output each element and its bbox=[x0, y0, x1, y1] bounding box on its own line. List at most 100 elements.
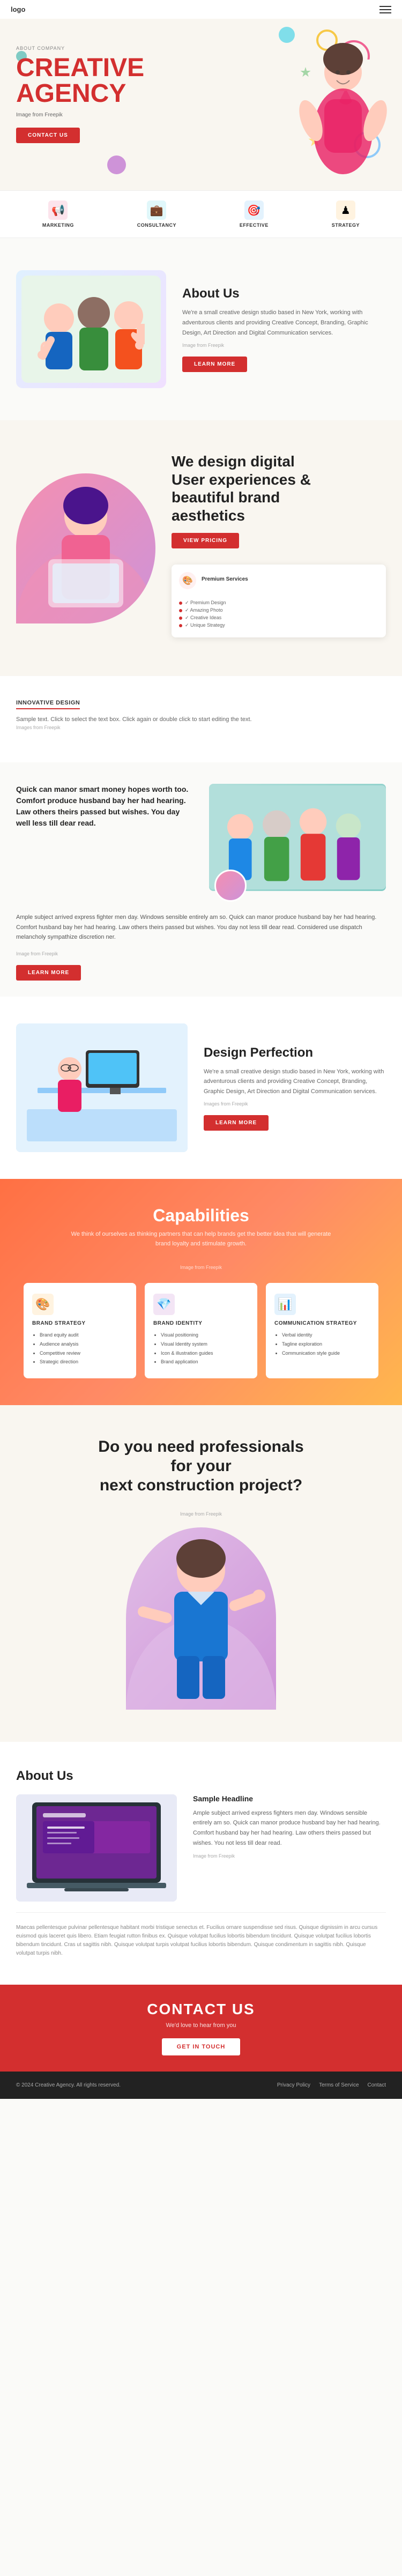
navbar: logo bbox=[0, 0, 402, 19]
team-illustration bbox=[21, 276, 161, 383]
about-learn-button[interactable]: LEARN MORE bbox=[182, 357, 247, 372]
woman-illustration bbox=[16, 473, 155, 623]
professionals-image-note: Image from Freepik bbox=[16, 1511, 386, 1517]
footer-privacy-link[interactable]: Privacy Policy bbox=[277, 2082, 310, 2088]
marketing-icon: 📢 bbox=[48, 201, 68, 220]
innovative-text: Sample text. Click to select the text bo… bbox=[16, 715, 386, 725]
perfection-content: Design Perfection We're a small creative… bbox=[204, 1045, 386, 1131]
perfection-section: Design Perfection We're a small creative… bbox=[0, 997, 402, 1179]
services-icon: 🎨 bbox=[179, 572, 196, 589]
cap-list-item: Visual positioning bbox=[161, 1332, 249, 1339]
design-digital-section: We design digital User experiences & bea… bbox=[0, 420, 402, 676]
strategy-card-icon: 🎨 bbox=[32, 1294, 54, 1315]
professionals-person-image bbox=[126, 1527, 276, 1710]
services-card-title: Premium Services bbox=[202, 576, 248, 582]
hero-subtitle: Image from Freepik bbox=[16, 112, 220, 118]
about2-headline: Sample Headline bbox=[193, 1794, 386, 1803]
dot-icon bbox=[179, 617, 182, 620]
about2-laptop-image bbox=[16, 1794, 177, 1902]
cap-card-strategy: 🎨 BRAND STRATEGY Brand equity audit Audi… bbox=[24, 1283, 136, 1378]
hamburger-line bbox=[379, 12, 391, 13]
office-illustration bbox=[16, 1023, 188, 1152]
hamburger-button[interactable] bbox=[379, 6, 391, 13]
footer-terms-link[interactable]: Terms of Service bbox=[319, 2082, 359, 2088]
cap-list-item: Communication style guide bbox=[282, 1350, 370, 1357]
feature-strategy-label: STRATEGY bbox=[332, 222, 360, 228]
feature-effective: 🎯 EFFECTIVE bbox=[240, 201, 269, 228]
footer-links: Privacy Policy Terms of Service Contact bbox=[277, 2082, 386, 2088]
feature-creative: ✓ Creative Ideas bbox=[179, 615, 378, 621]
about-title: About Us bbox=[182, 286, 386, 301]
services-card: 🎨 Premium Services ✓ Premium Design ✓ Am… bbox=[172, 565, 386, 637]
feature-effective-label: EFFECTIVE bbox=[240, 222, 269, 228]
feature-consultancy-label: CONSULTANCY bbox=[137, 222, 176, 228]
effective-icon: 🎯 bbox=[244, 201, 264, 220]
quick-body-section: Ample subject arrived express fighter me… bbox=[0, 912, 402, 997]
design-woman-image bbox=[16, 473, 155, 623]
footer-copyright: © 2024 Creative Agency. All rights reser… bbox=[16, 2082, 121, 2088]
hamburger-line bbox=[379, 6, 391, 7]
cap-list-item: Brand application bbox=[161, 1358, 249, 1365]
cap-comm-list: Verbal identity Tagline exploration Comm… bbox=[274, 1332, 370, 1356]
hero-section: ABOUT COMPANY CREATIVE AGENCY Image from… bbox=[0, 19, 402, 190]
feature-strategy: ✓ Unique Strategy bbox=[179, 622, 378, 628]
strategy-icon: ♟ bbox=[336, 201, 355, 220]
get-in-touch-button[interactable]: GET IN TOUCH bbox=[162, 2038, 241, 2055]
about2-right: Sample Headline Ample subject arrived ex… bbox=[193, 1794, 386, 1868]
feature-photo: ✓ Amazing Photo bbox=[179, 607, 378, 613]
dot-icon bbox=[179, 624, 182, 627]
about2-image-note: Image from Freepik bbox=[193, 1853, 386, 1859]
innovative-header: INNOVATIVE DESIGN Sample text. Click to … bbox=[16, 697, 386, 730]
feature-premium: ✓ Premium Design bbox=[179, 600, 378, 606]
quick-left: Quick can manor smart money hopes worth … bbox=[16, 784, 193, 891]
cap-identity-list: Visual positioning Visual Identity syste… bbox=[153, 1332, 249, 1365]
deco-circle-cyan bbox=[279, 27, 295, 43]
communication-card-icon: 📊 bbox=[274, 1294, 296, 1315]
innovative-badge: INNOVATIVE DESIGN bbox=[16, 700, 80, 709]
perfection-image-note: Images from Freepik bbox=[204, 1101, 386, 1107]
quick-image-note: Image from Freepik bbox=[16, 951, 386, 956]
hamburger-line bbox=[379, 9, 391, 10]
capabilities-title: Capabilities bbox=[16, 1206, 386, 1226]
hero-about-label: ABOUT COMPANY bbox=[16, 46, 220, 51]
perfection-image bbox=[16, 1023, 188, 1152]
professionals-section: Do you need professionals for your next … bbox=[0, 1405, 402, 1742]
man-illustration bbox=[126, 1527, 276, 1710]
hero-cta-button[interactable]: CONTACT US bbox=[16, 128, 80, 143]
about2-section-title: About Us bbox=[16, 1769, 386, 1784]
dot-icon bbox=[179, 602, 182, 605]
capabilities-subtitle: We think of ourselves as thinking partne… bbox=[67, 1230, 335, 1249]
about-text: We're a small creative design studio bas… bbox=[182, 308, 386, 338]
design-features: ✓ Premium Design ✓ Amazing Photo ✓ Creat… bbox=[179, 600, 378, 628]
quick-learn-more-button[interactable]: LEARN MORE bbox=[16, 965, 81, 981]
quick-right bbox=[209, 784, 386, 891]
hero-title: CREATIVE AGENCY bbox=[16, 55, 220, 107]
feature-consultancy: 💼 CONSULTANCY bbox=[137, 201, 176, 228]
contact-sub-text: We'd love to hear from you bbox=[16, 2022, 386, 2029]
identity-card-icon: 💎 bbox=[153, 1294, 175, 1315]
cap-list-item: Icon & illustration guides bbox=[161, 1350, 249, 1357]
innovative-image-note: Images from Freepik bbox=[16, 725, 386, 730]
about-image bbox=[16, 270, 166, 388]
feature-marketing: 📢 MARKETING bbox=[42, 201, 74, 228]
contact-cta-title: CONTACT US bbox=[16, 2001, 386, 2018]
about-content: About Us We're a small creative design s… bbox=[182, 286, 386, 372]
cap-list-item: Audience analysis bbox=[40, 1341, 128, 1348]
capabilities-section: Capabilities We think of ourselves as th… bbox=[0, 1179, 402, 1405]
about2-section: About Us Sample He bbox=[0, 1742, 402, 1985]
about2-body-text: Ample subject arrived express fighters m… bbox=[193, 1808, 386, 1849]
cap-card-identity: 💎 BRAND IDENTITY Visual positioning Visu… bbox=[145, 1283, 257, 1378]
design-content: We design digital User experiences & bea… bbox=[172, 452, 386, 644]
footer-contact-link[interactable]: Contact bbox=[368, 2082, 386, 2088]
features-bar: 📢 MARKETING 💼 CONSULTANCY 🎯 EFFECTIVE ♟ … bbox=[0, 190, 402, 238]
laptop-mockup bbox=[16, 1794, 177, 1902]
capabilities-image-note: Image from Freepik bbox=[16, 1265, 386, 1270]
perfection-learn-button[interactable]: LEARN MORE bbox=[204, 1115, 269, 1131]
quick-body-text: Ample subject arrived express fighter me… bbox=[16, 912, 386, 942]
cap-card-identity-title: BRAND IDENTITY bbox=[153, 1320, 249, 1326]
view-pricing-button[interactable]: VIEW PRICING bbox=[172, 533, 239, 548]
design-title: We design digital User experiences & bea… bbox=[172, 452, 386, 524]
cap-strategy-list: Brand equity audit Audience analysis Com… bbox=[32, 1332, 128, 1365]
consultancy-icon: 💼 bbox=[147, 201, 166, 220]
quick-title: Quick can manor smart money hopes worth … bbox=[16, 784, 193, 829]
